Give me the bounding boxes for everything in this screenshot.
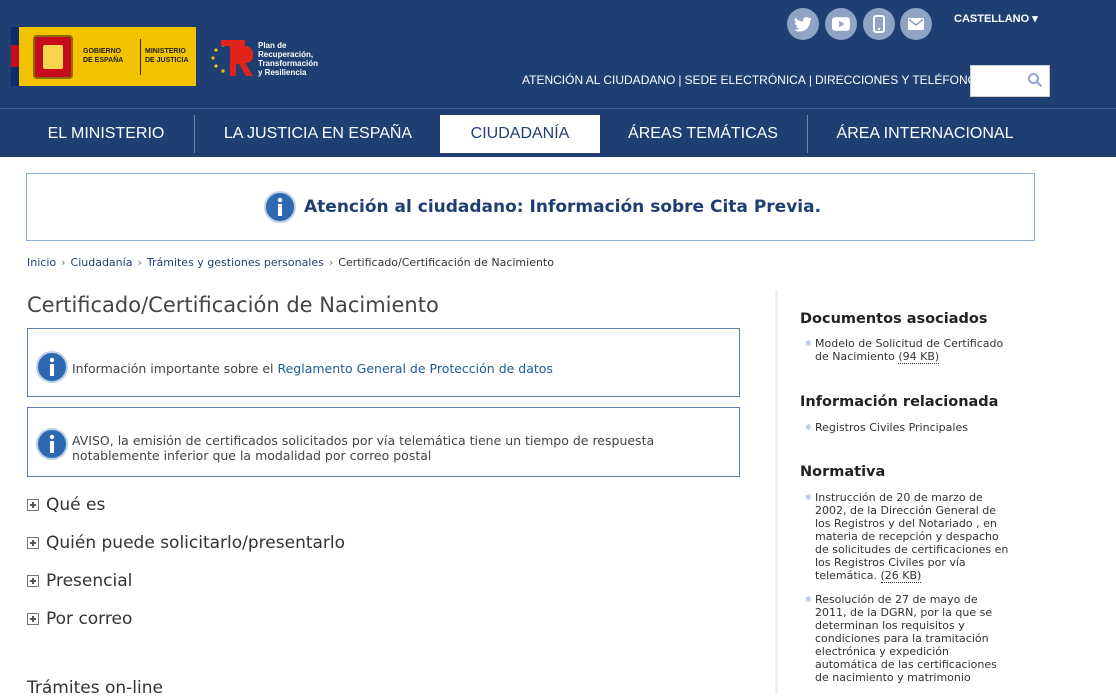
search-input[interactable] <box>975 71 1025 91</box>
aviso-text: AVISO, la emisión de certificados solici… <box>72 433 655 463</box>
top-links: ATENCIÓN AL CIUDADANO | SEDE ELECTRÓNICA… <box>522 73 986 87</box>
accordion-presencial[interactable]: Presencial <box>27 571 132 591</box>
page-title: Certificado/Certificación de Nacimiento <box>27 293 439 317</box>
gobierno-logo[interactable]: GOBIERNO DE ESPAÑA MINISTERIO DE JUSTICIA <box>11 27 196 86</box>
info-heading: Información relacionada <box>800 394 999 410</box>
privacy-link[interactable]: Reglamento General de Protección de dato… <box>277 361 552 376</box>
expand-icon <box>27 613 39 625</box>
nav-la-justicia[interactable]: LA JUSTICIA EN ESPAÑA <box>200 115 436 153</box>
privacy-prefix: Información importante sobre el <box>72 361 278 376</box>
breadcrumb-tramites[interactable]: Trámites y gestiones personales <box>147 256 324 269</box>
sidebar: Documentos asociados Modelo de Solicitud… <box>775 290 1020 694</box>
doc-link-modelo-solicitud[interactable]: Modelo de Solicitud de Certificado de Na… <box>805 337 1010 364</box>
search-icon[interactable] <box>1027 72 1043 88</box>
main-nav: EL MINISTERIO LA JUSTICIA EN ESPAÑA CIUD… <box>0 108 1116 157</box>
normativa-link-resolucion[interactable]: Resolución de 27 de mayo de 2011, de la … <box>805 593 1010 684</box>
flag-stripe <box>11 27 19 86</box>
nav-areas-tematicas[interactable]: ÁREAS TEMÁTICAS <box>604 115 802 153</box>
aviso-info-box: AVISO, la emisión de certificados solici… <box>27 407 740 477</box>
youtube-icon[interactable] <box>825 8 857 40</box>
normativa-link-instruccion[interactable]: Instrucción de 20 de marzo de 2002, de l… <box>805 491 1010 583</box>
docs-heading: Documentos asociados <box>800 311 988 327</box>
info-icon <box>36 428 68 460</box>
nav-ciudadania[interactable]: CIUDADANÍA <box>440 115 600 153</box>
breadcrumb-inicio[interactable]: Inicio <box>27 256 56 269</box>
accordion-por-correo[interactable]: Por correo <box>27 609 132 629</box>
twitter-icon[interactable] <box>787 8 819 40</box>
info-icon <box>264 191 296 223</box>
search-box <box>970 65 1050 97</box>
link-atencion-ciudadano[interactable]: ATENCIÓN AL CIUDADANO <box>522 73 675 87</box>
info-link-registros-civiles[interactable]: Registros Civiles Principales <box>805 421 1010 434</box>
header: GOBIERNO DE ESPAÑA MINISTERIO DE JUSTICIA … <box>0 0 1116 108</box>
coat-of-arms-icon <box>33 35 73 79</box>
logo-gobierno-text: GOBIERNO DE ESPAÑA <box>83 48 124 64</box>
cita-previa-notice[interactable]: Atención al ciudadano: Información sobre… <box>26 173 1035 241</box>
mail-icon[interactable] <box>900 8 932 40</box>
accordion-quien-puede[interactable]: Quién puede solicitarlo/presentarlo <box>27 533 345 553</box>
breadcrumb-ciudadania[interactable]: Ciudadanía <box>71 256 133 269</box>
expand-icon <box>27 537 39 549</box>
privacy-info-box: Información importante sobre el Reglamen… <box>27 328 740 397</box>
expand-icon <box>27 575 39 587</box>
prtr-text: Plan de Recuperación, Transformación y Resi… <box>258 41 319 77</box>
accordion-que-es[interactable]: Qué es <box>27 495 105 515</box>
nav-el-ministerio[interactable]: EL MINISTERIO <box>26 115 186 153</box>
nav-area-internacional[interactable]: ÁREA INTERNACIONAL <box>812 115 1038 153</box>
tramites-heading: Trámites on-line <box>27 678 163 698</box>
normativa-heading: Normativa <box>800 464 886 480</box>
language-selector[interactable]: CASTELLANO ▾ <box>954 12 1038 25</box>
mobile-icon[interactable] <box>863 8 895 40</box>
notice-text: Atención al ciudadano: Información sobre… <box>304 197 822 217</box>
breadcrumb-current: Certificado/Certificación de Nacimiento <box>338 256 554 269</box>
link-sede-electronica[interactable]: SEDE ELECTRÓNICA <box>684 73 805 87</box>
logo-ministerio-text: MINISTERIO DE JUSTICIA <box>145 48 189 64</box>
expand-icon <box>27 499 39 511</box>
prtr-logo-icon[interactable] <box>205 36 255 80</box>
info-icon <box>36 351 68 383</box>
breadcrumb: Inicio › Ciudadanía › Trámites y gestion… <box>27 256 554 269</box>
link-direcciones-telefonos[interactable]: DIRECCIONES Y TELÉFONOS <box>815 73 985 87</box>
